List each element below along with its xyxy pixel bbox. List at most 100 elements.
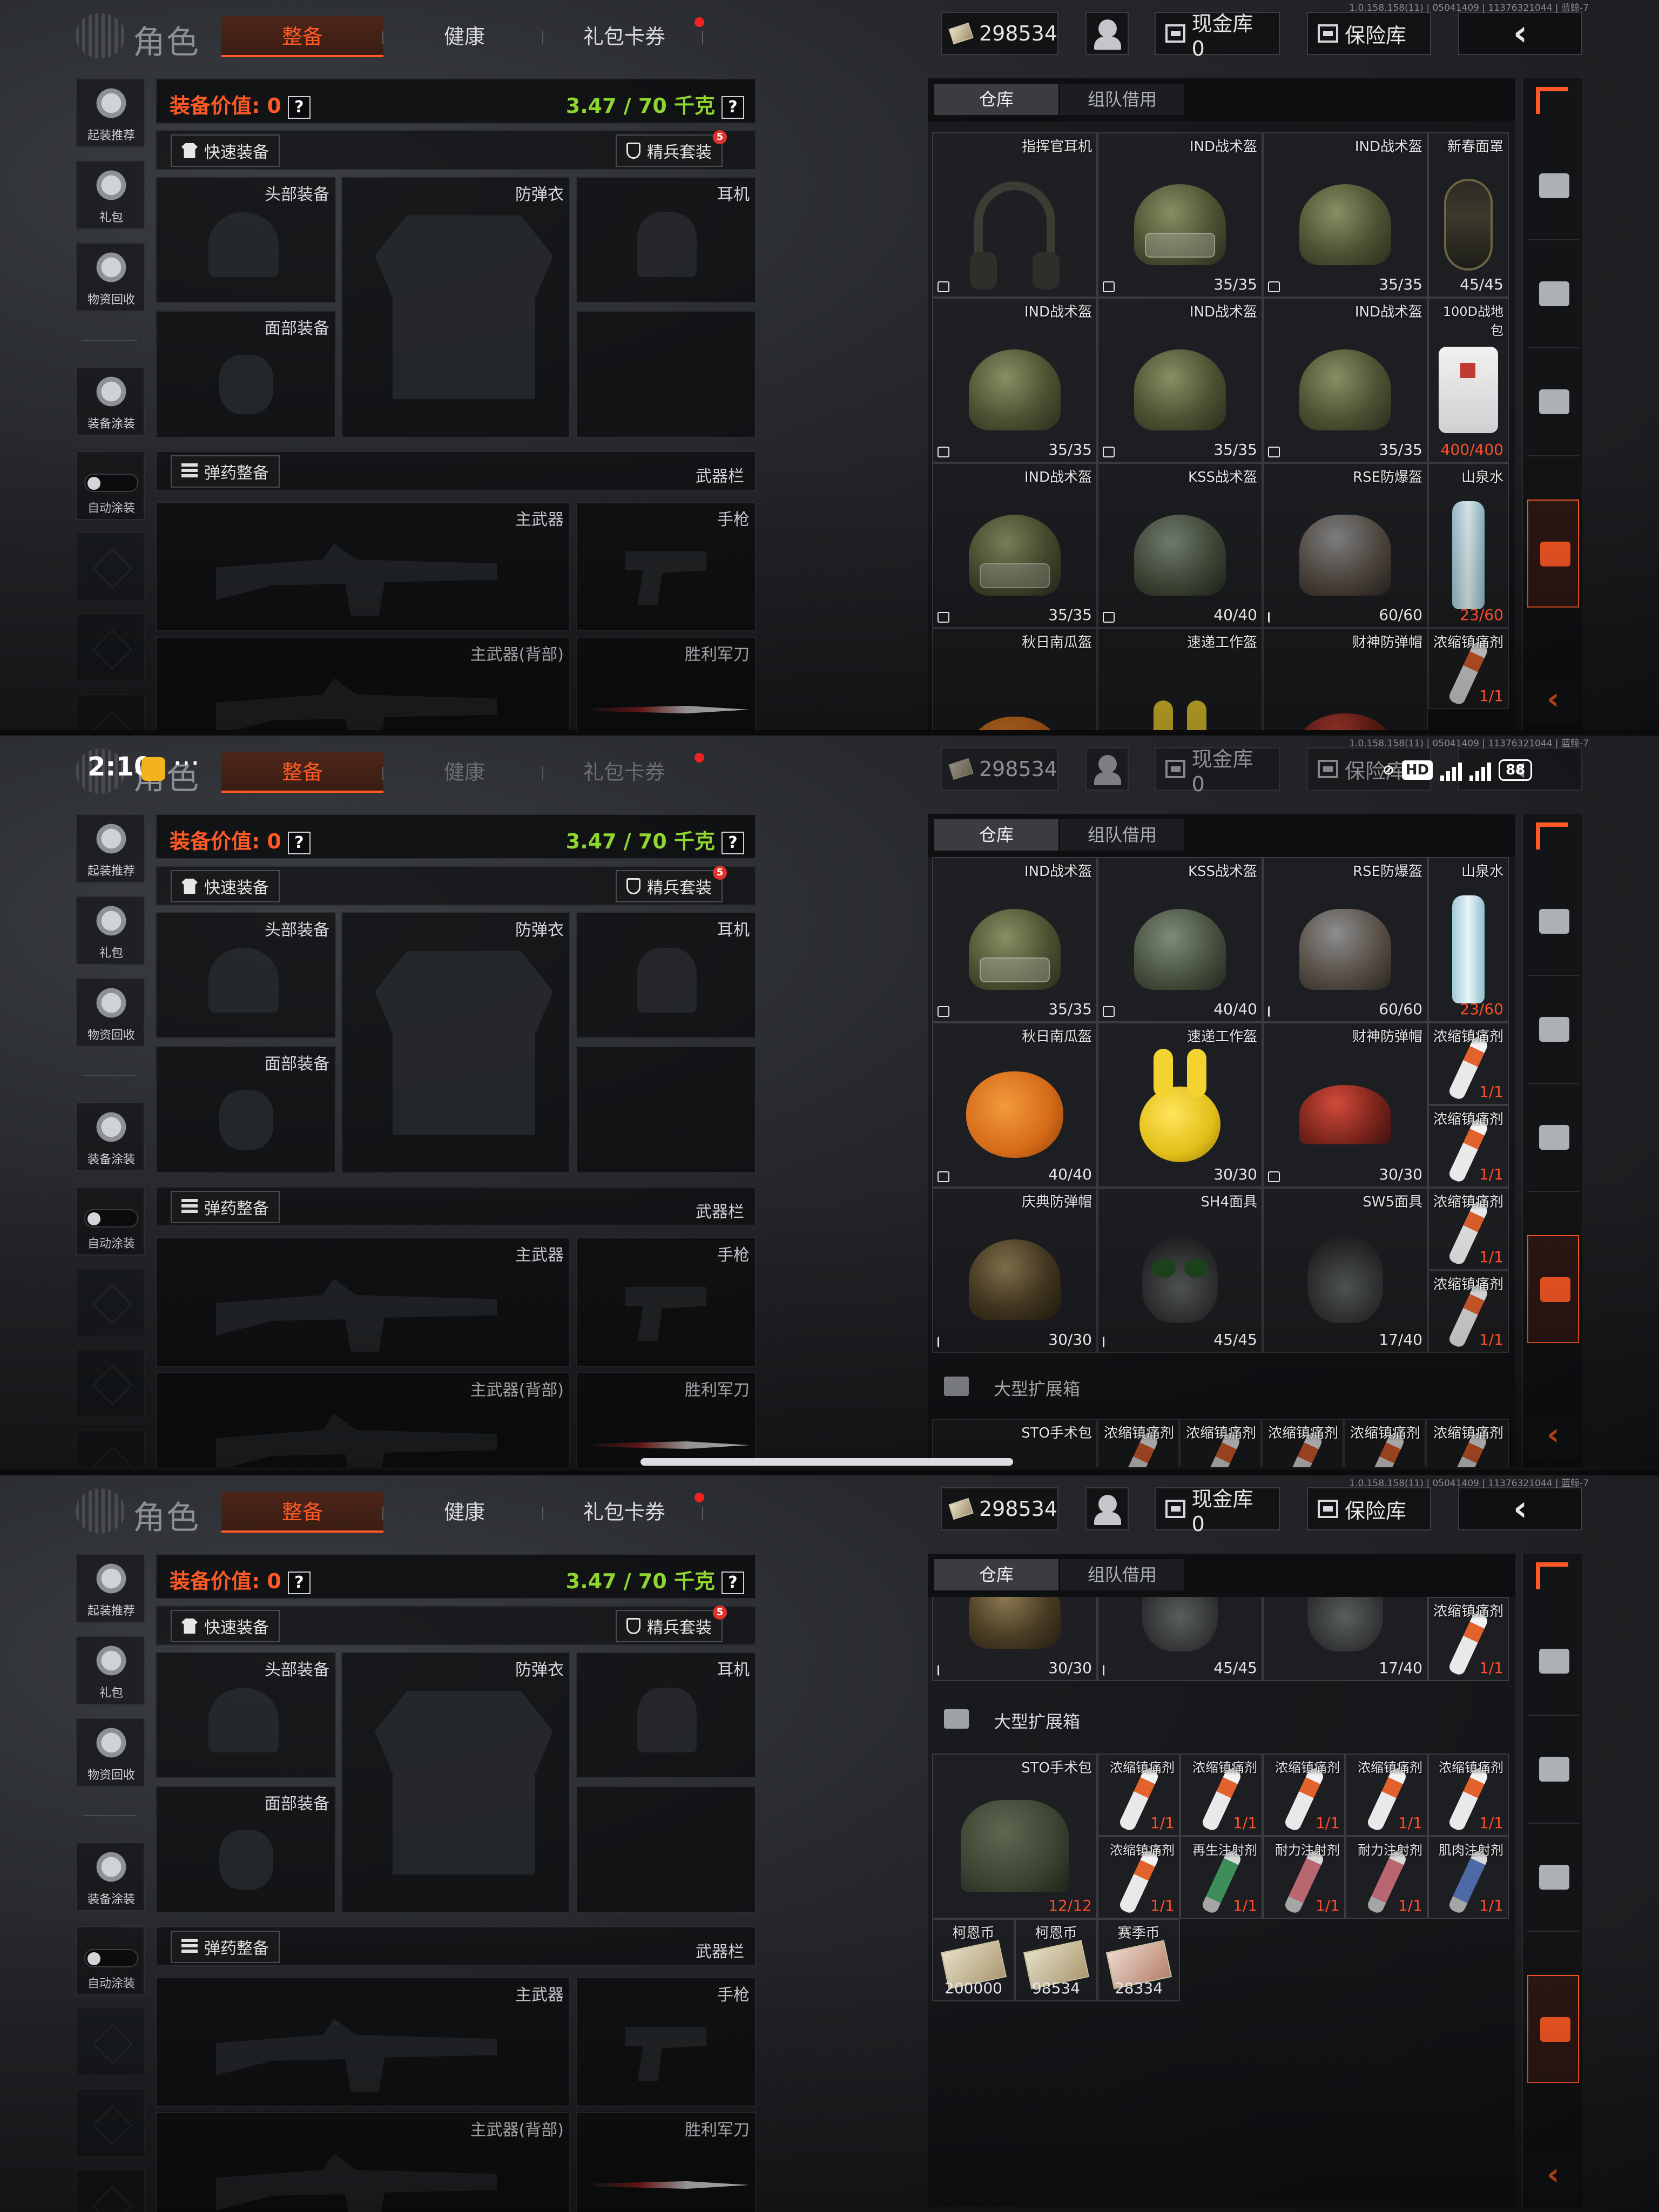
storage-box-button-active[interactable] xyxy=(1527,500,1579,608)
sidebar-auto-paint[interactable]: 自动涂装 xyxy=(76,1186,145,1256)
item-card[interactable]: 山泉水 23/60 xyxy=(1428,857,1509,1022)
slot-headset[interactable]: 耳机 xyxy=(576,177,756,303)
sidebar-paint[interactable]: 装备涂装 xyxy=(76,1102,145,1171)
item-card[interactable]: RSE防爆盔 60/60 xyxy=(1263,463,1428,628)
help-icon[interactable]: ? xyxy=(287,96,311,119)
tab-team-borrow[interactable]: 组队借用 xyxy=(1060,819,1184,851)
safe-vault-button[interactable]: 保险库 xyxy=(1307,12,1431,55)
sidebar-recycle[interactable]: 物资回收 xyxy=(76,978,145,1047)
slot-pistol[interactable]: 手枪 xyxy=(576,1977,756,2107)
tab-gift-coupons[interactable]: 礼包卡券 xyxy=(559,16,689,57)
storage-box-button[interactable] xyxy=(1527,868,1579,976)
slot-pistol[interactable]: 手枪 xyxy=(576,502,756,631)
help-icon[interactable]: ? xyxy=(287,1571,311,1594)
storage-box-button[interactable] xyxy=(1527,132,1579,240)
sidebar-paint[interactable]: 装备涂装 xyxy=(76,367,145,436)
storage-box-button[interactable] xyxy=(1527,976,1579,1084)
sidebar-recommend[interactable]: 起装推荐 xyxy=(76,814,145,883)
item-card[interactable]: IND战术盔 35/35 xyxy=(932,463,1097,628)
slot-main-weapon[interactable]: 主武器 xyxy=(156,1977,570,2107)
item-card[interactable]: 财神防弹帽 xyxy=(1263,628,1428,732)
tab-warehouse[interactable]: 仓库 xyxy=(934,819,1058,851)
item-card[interactable]: 财神防弹帽 30/30 xyxy=(1263,1022,1428,1188)
item-card[interactable]: 浓缩镇痛剂 xyxy=(1344,1419,1426,1467)
slot-knife[interactable]: 胜利军刀 xyxy=(576,1372,756,1467)
slot-main-weapon[interactable]: 主武器 xyxy=(156,1237,570,1367)
slot-armor[interactable]: 防弹衣 xyxy=(341,177,570,438)
slot-pistol[interactable]: 手枪 xyxy=(576,1237,756,1367)
slot-face[interactable]: 面部装备 xyxy=(156,1786,336,1913)
item-card[interactable]: 浓缩镇痛剂 1/1 xyxy=(1345,1754,1428,1836)
slot-main-back[interactable]: 主武器(背部) xyxy=(156,2112,570,2212)
avatar-button[interactable] xyxy=(1085,12,1129,55)
tab-gift-coupons[interactable]: 礼包卡券 xyxy=(559,1492,689,1533)
sidebar-gift[interactable]: 礼包 xyxy=(76,896,145,965)
back-button[interactable]: ‹ xyxy=(1458,747,1582,791)
sidebar-auto-paint[interactable]: 自动涂装 xyxy=(76,1926,145,1995)
currency-display[interactable]: 298534 xyxy=(941,1487,1058,1530)
item-card[interactable]: IND战术盔 35/35 xyxy=(932,298,1097,463)
slot-knife[interactable]: 胜利军刀 xyxy=(576,2112,756,2212)
storage-box-button[interactable] xyxy=(1527,240,1579,348)
sidebar-auto-paint[interactable]: 自动涂装 xyxy=(76,451,145,520)
item-card[interactable]: 耐力注射剂 1/1 xyxy=(1263,1836,1345,1919)
item-card[interactable]: 速递工作盔 30/30 xyxy=(1097,1022,1263,1188)
item-card[interactable]: KSS战术盔 40/40 xyxy=(1097,857,1263,1022)
elite-suit-button[interactable]: 精兵套装 5 xyxy=(616,130,727,167)
elite-suit-button[interactable]: 精兵套装 5 xyxy=(616,1606,727,1642)
ammo-button[interactable]: 弹药整备 xyxy=(171,1931,280,1963)
item-card[interactable]: 浓缩镇痛剂 1/1 xyxy=(1428,1754,1509,1836)
sidebar-recommend[interactable]: 起装推荐 xyxy=(76,1554,145,1623)
storage-box-button[interactable] xyxy=(1527,348,1579,456)
avatar-button[interactable] xyxy=(1085,1487,1129,1530)
item-card[interactable]: 浓缩镇痛剂 1/1 xyxy=(1428,1105,1509,1188)
item-card[interactable]: SW5面具 17/40 xyxy=(1263,1188,1428,1353)
slot-face[interactable]: 面部装备 xyxy=(156,1046,336,1174)
item-card[interactable]: 浓缩镇痛剂 xyxy=(1097,1419,1179,1467)
collapse-button[interactable]: ‹ xyxy=(1527,2153,1579,2198)
quick-equip-button[interactable]: 快速装备 xyxy=(171,1610,280,1642)
item-card[interactable]: IND战术盔 35/35 xyxy=(1097,298,1263,463)
slot-main-weapon[interactable]: 主武器 xyxy=(156,502,570,631)
tab-health[interactable]: 健康 xyxy=(400,752,529,793)
item-card[interactable]: 45/45 xyxy=(1097,1597,1263,1681)
sidebar-paint[interactable]: 装备涂装 xyxy=(76,1842,145,1911)
item-card[interactable]: SH4面具 45/45 xyxy=(1097,1188,1263,1353)
tab-warehouse[interactable]: 仓库 xyxy=(934,84,1058,115)
slot-main-back[interactable]: 主武器(背部) xyxy=(156,637,570,732)
item-card[interactable]: 浓缩镇痛剂 1/1 xyxy=(1097,1754,1180,1836)
slot-headset[interactable]: 耳机 xyxy=(576,1652,756,1778)
elite-suit-button[interactable]: 精兵套装 5 xyxy=(616,866,727,902)
item-card[interactable]: 再生注射剂 1/1 xyxy=(1180,1836,1263,1919)
storage-box-button[interactable] xyxy=(1527,1084,1579,1192)
sort-icon[interactable] xyxy=(1536,87,1568,114)
sidebar-gift[interactable]: 礼包 xyxy=(76,1636,145,1705)
tab-equip[interactable]: 整备 xyxy=(221,16,383,57)
home-indicator[interactable] xyxy=(640,1458,1013,1466)
large-box-header[interactable]: 大型扩展箱 xyxy=(932,1692,1512,1746)
tab-team-borrow[interactable]: 组队借用 xyxy=(1060,84,1184,115)
storage-box-button-active[interactable] xyxy=(1527,1975,1579,2083)
tab-team-borrow[interactable]: 组队借用 xyxy=(1060,1559,1184,1590)
item-card[interactable]: IND战术盔 35/35 xyxy=(932,857,1097,1022)
back-button[interactable]: ‹ xyxy=(1458,12,1582,55)
tab-equip[interactable]: 整备 xyxy=(221,752,383,793)
collapse-button[interactable]: ‹ xyxy=(1527,678,1579,723)
safe-vault-button[interactable]: 保险库 xyxy=(1307,1487,1431,1530)
slot-head[interactable]: 头部装备 xyxy=(156,177,336,303)
item-card[interactable]: 浓缩镇痛剂 1/1 xyxy=(1428,1022,1509,1105)
safe-vault-button[interactable]: 保险库 xyxy=(1307,747,1431,791)
item-card[interactable]: 柯恩币 200000 xyxy=(932,1919,1015,2001)
item-card[interactable]: 17/40 xyxy=(1263,1597,1428,1681)
auto-paint-toggle[interactable] xyxy=(84,1209,138,1228)
help-icon[interactable]: ? xyxy=(721,1571,744,1594)
item-card[interactable]: 浓缩镇痛剂 xyxy=(1426,1419,1509,1467)
slot-head[interactable]: 头部装备 xyxy=(156,1652,336,1778)
help-icon[interactable]: ? xyxy=(721,96,744,119)
item-card[interactable]: 赛季币 28334 xyxy=(1097,1919,1180,2001)
cash-vault-button[interactable]: 现金库 0 xyxy=(1155,747,1280,796)
slot-headset[interactable]: 耳机 xyxy=(576,912,756,1038)
help-icon[interactable]: ? xyxy=(721,831,744,854)
slot-face[interactable]: 面部装备 xyxy=(156,311,336,438)
collapse-button[interactable]: ‹ xyxy=(1527,1413,1579,1459)
